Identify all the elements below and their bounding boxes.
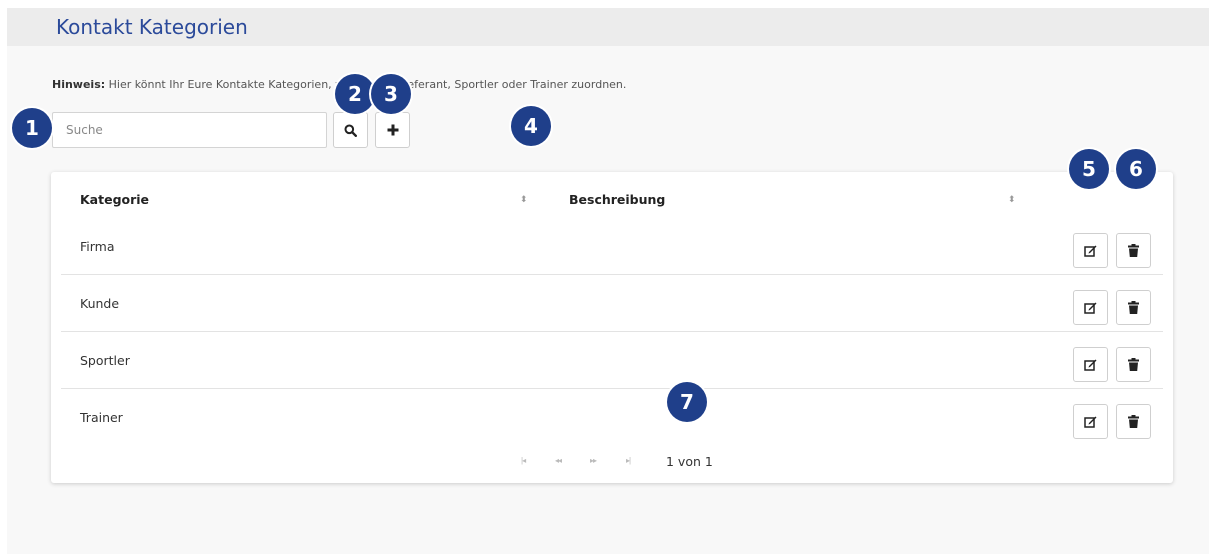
page: Kontakt Kategorien Hinweis: Hier könnt I… <box>7 8 1209 554</box>
callout-badge-7: 7 <box>667 382 707 422</box>
cell-kategorie: Sportler <box>80 353 130 368</box>
edit-button[interactable] <box>1073 290 1108 325</box>
callout-badge-1: 1 <box>12 108 52 148</box>
sort-icon[interactable]: ⬍ <box>520 194 528 205</box>
callout-badge-3: 3 <box>371 74 411 114</box>
page-header: Kontakt Kategorien <box>7 8 1209 46</box>
search-icon <box>344 124 357 137</box>
add-category-button[interactable] <box>375 112 410 148</box>
cell-kategorie: Trainer <box>80 410 123 425</box>
prev-page-button[interactable]: ◂◂ <box>555 456 562 465</box>
edit-icon <box>1084 416 1097 428</box>
plus-icon <box>387 124 398 136</box>
search-button[interactable] <box>333 112 368 148</box>
trash-icon <box>1128 415 1139 428</box>
column-header-beschreibung[interactable]: Beschreibung <box>569 192 665 207</box>
categories-table: Kategorie ⬍ Beschreibung ⬍ Firma Kunde S… <box>51 172 1173 483</box>
callout-badge-2: 2 <box>335 74 375 114</box>
delete-button[interactable] <box>1116 347 1151 382</box>
cell-kategorie: Kunde <box>80 296 120 311</box>
edit-icon <box>1084 302 1097 314</box>
trash-icon <box>1128 358 1139 371</box>
callout-badge-4: 4 <box>511 106 551 146</box>
edit-button[interactable] <box>1073 404 1108 439</box>
edit-button[interactable] <box>1073 233 1108 268</box>
table-row: Trainer <box>61 389 1163 446</box>
trash-icon <box>1128 244 1139 257</box>
hint-text-start: Hier könnt Ihr Eure Kontakte Kategorien,… <box>105 78 348 91</box>
cell-kategorie: Firma <box>80 239 115 254</box>
delete-button[interactable] <box>1116 290 1151 325</box>
page-title: Kontakt Kategorien <box>56 15 248 39</box>
callout-badge-6: 6 <box>1116 149 1156 189</box>
trash-icon <box>1128 301 1139 314</box>
sort-icon[interactable]: ⬍ <box>1008 194 1016 205</box>
table-row: Firma <box>61 218 1163 275</box>
hint-text-end: Lieferant, Sportler oder Trainer zuordne… <box>398 78 627 91</box>
page-info: 1 von 1 <box>666 454 713 469</box>
delete-button[interactable] <box>1116 404 1151 439</box>
delete-button[interactable] <box>1116 233 1151 268</box>
table-row: Sportler <box>61 332 1163 389</box>
table-row: Kunde <box>61 275 1163 332</box>
next-page-button[interactable]: ▸▸ <box>590 456 597 465</box>
search-input[interactable] <box>52 112 327 148</box>
edit-icon <box>1084 359 1097 371</box>
callout-badge-5: 5 <box>1069 149 1109 189</box>
hint-label: Hinweis: <box>52 78 106 91</box>
edit-button[interactable] <box>1073 347 1108 382</box>
edit-icon <box>1084 245 1097 257</box>
last-page-button[interactable]: ▸| <box>626 456 631 465</box>
first-page-button[interactable]: |◂ <box>521 456 526 465</box>
column-header-kategorie[interactable]: Kategorie <box>80 192 149 207</box>
